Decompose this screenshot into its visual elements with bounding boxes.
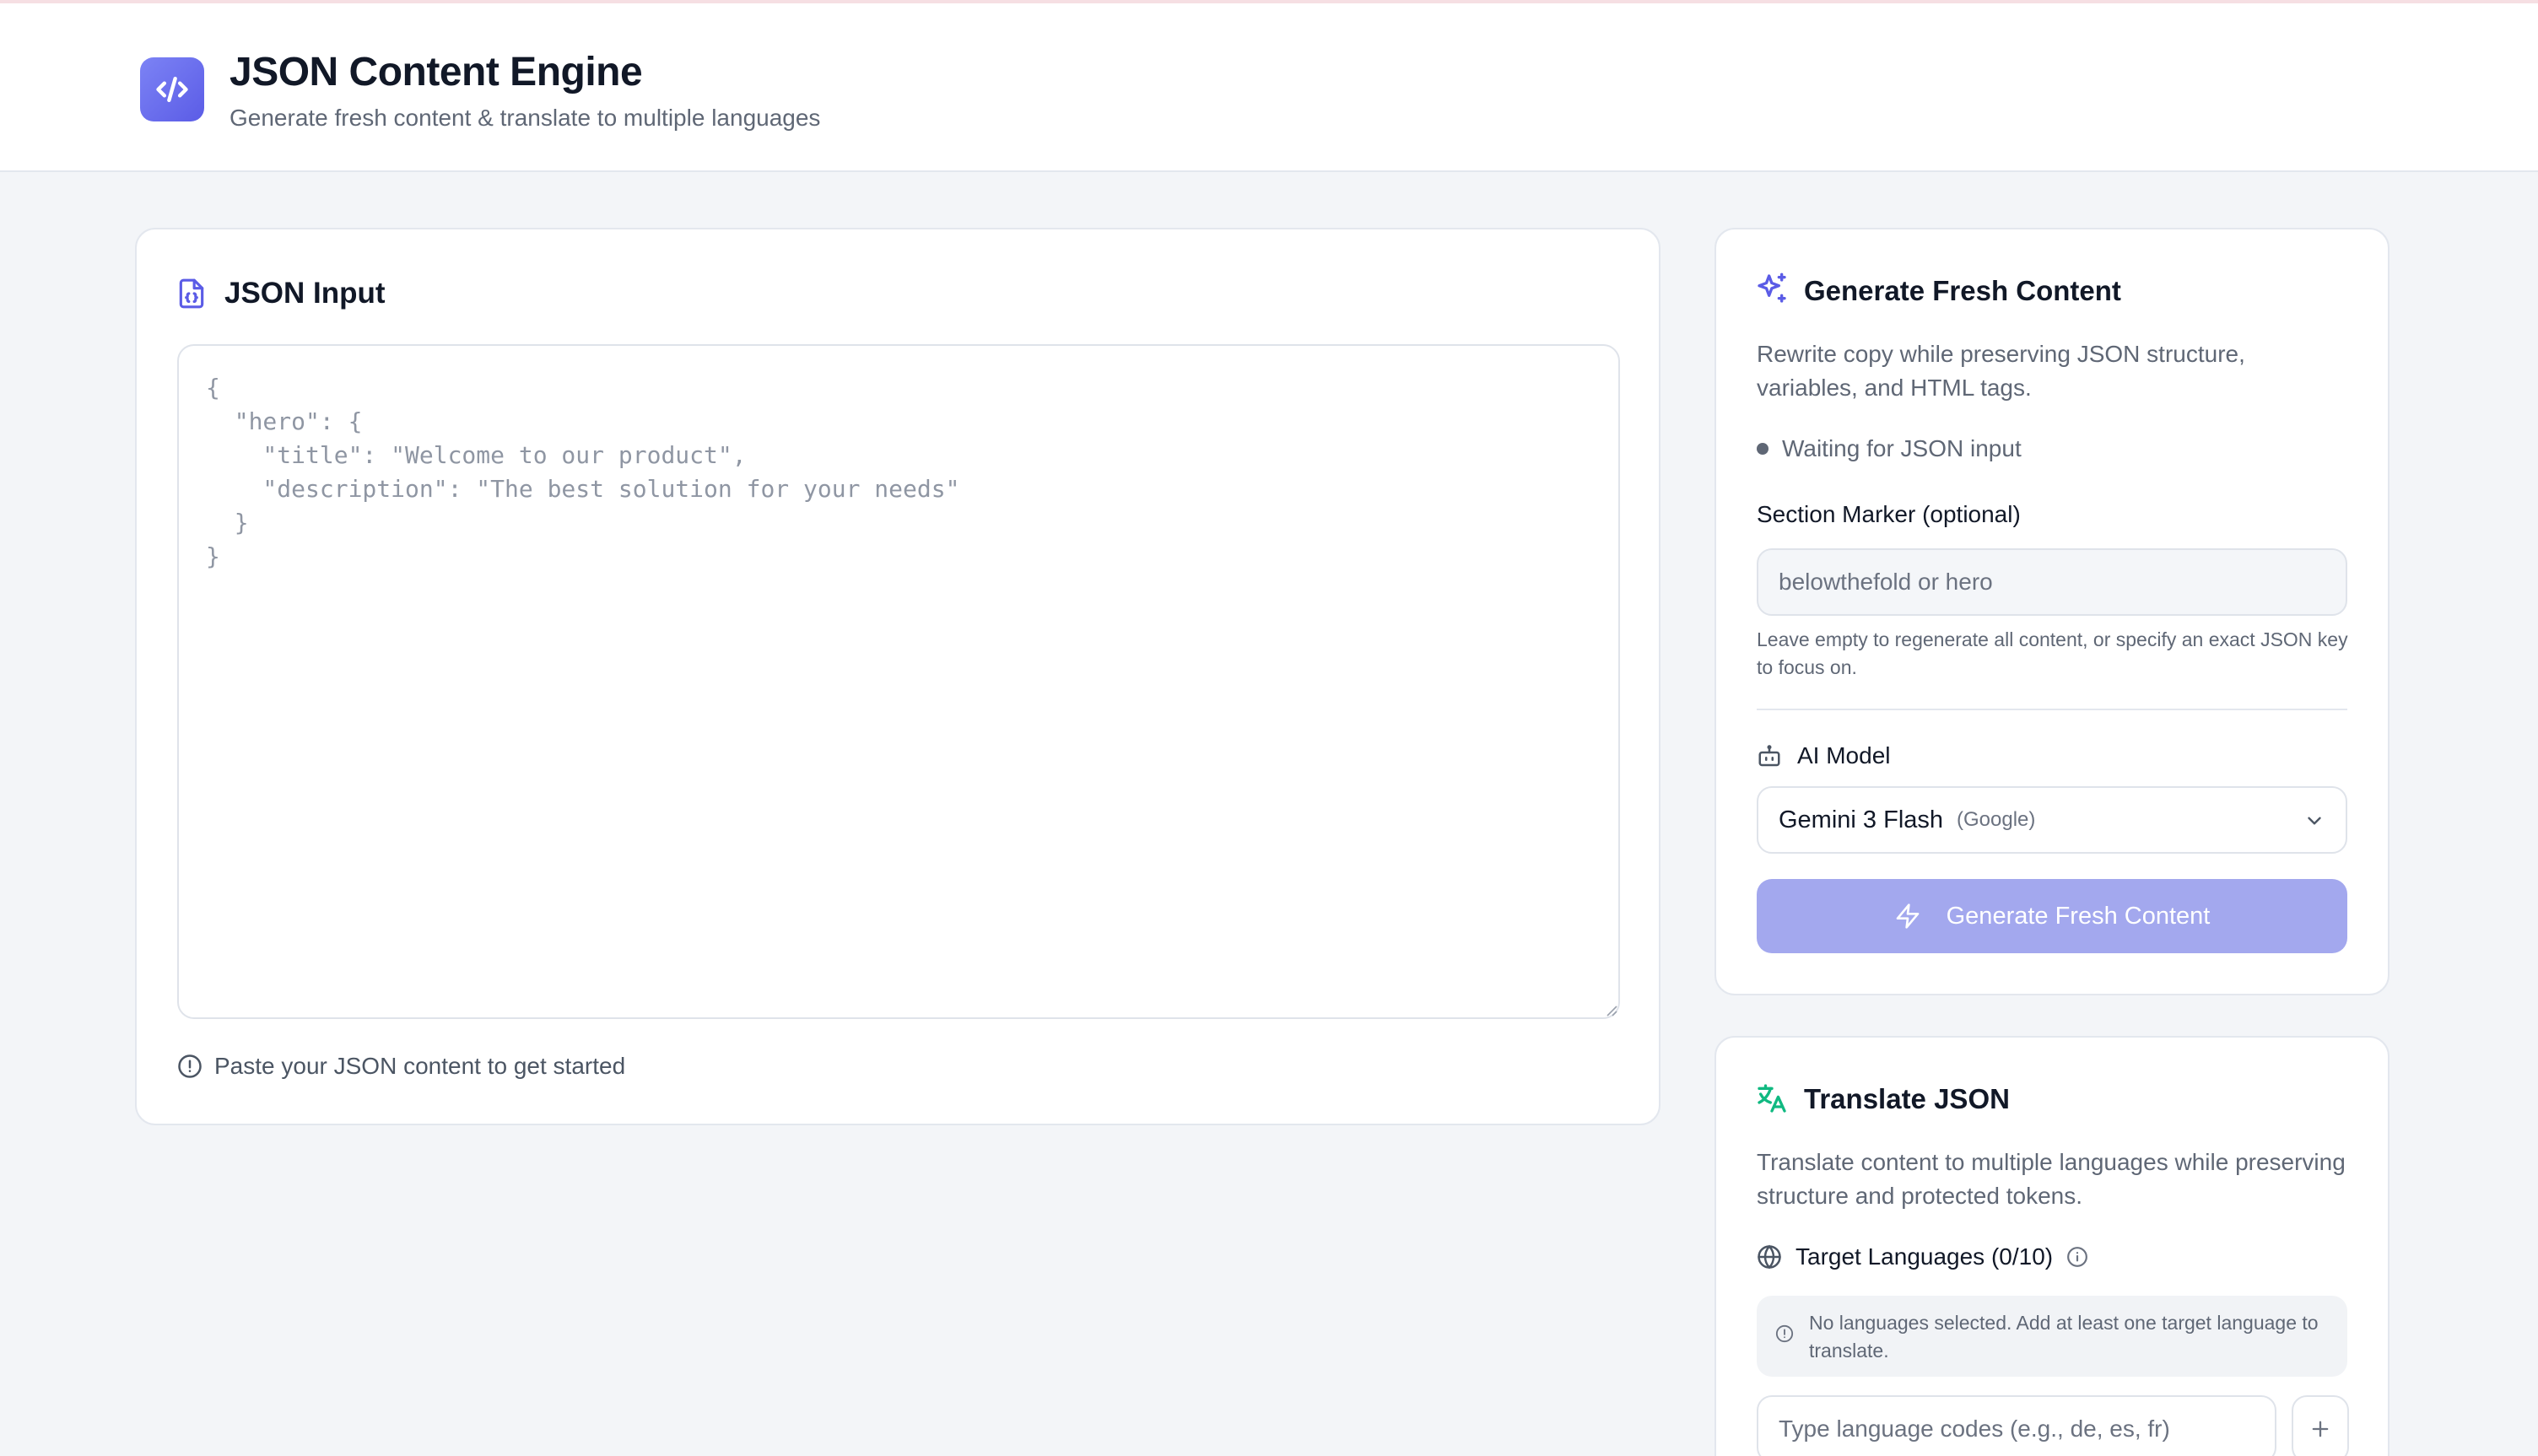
- code-icon: [156, 76, 188, 103]
- no-languages-notice: No languages selected. Add at least one …: [1757, 1296, 2347, 1377]
- sparkles-icon: [1755, 272, 1789, 305]
- section-marker-input[interactable]: [1757, 548, 2347, 616]
- alert-circle-icon: [178, 1054, 202, 1078]
- languages-icon: [1755, 1081, 1789, 1115]
- chevron-down-icon: [2303, 810, 2325, 836]
- no-languages-text: No languages selected. Add at least one …: [1809, 1312, 2319, 1362]
- generate-description: Rewrite copy while preserving JSON struc…: [1757, 341, 2245, 401]
- app-subtitle: Generate fresh content & translate to mu…: [230, 105, 821, 131]
- translate-title: Translate JSON: [1804, 1083, 2010, 1114]
- target-languages-label: Target Languages (0/10): [1757, 1243, 2088, 1270]
- json-input-card: JSON Input { "hero": { "title": "Welcome…: [135, 228, 1660, 1125]
- app-header: JSON Content Engine Generate fresh conte…: [0, 3, 2538, 172]
- target-languages-text: Target Languages (0/10): [1796, 1243, 2054, 1270]
- alert-circle-icon: [1775, 1324, 1794, 1343]
- generate-button[interactable]: Generate Fresh Content: [1757, 879, 2347, 953]
- generate-button-label: Generate Fresh Content: [1946, 902, 2211, 930]
- json-input-title: JSON Input: [224, 277, 386, 310]
- generate-title: Generate Fresh Content: [1804, 275, 2121, 306]
- zap-icon: [1896, 903, 1919, 929]
- ai-model-label: AI Model: [1797, 742, 1891, 768]
- translate-description: Translate content to multiple languages …: [1757, 1149, 2346, 1209]
- language-code-input[interactable]: [1757, 1395, 2276, 1456]
- generate-divider: [1757, 709, 2347, 710]
- globe-icon: [1758, 1244, 1781, 1270]
- generate-status-text: Waiting for JSON input: [1782, 435, 2022, 461]
- info-icon[interactable]: [2066, 1246, 2088, 1268]
- section-marker-label: Section Marker (optional): [1757, 501, 2021, 527]
- section-marker-help: Leave empty to regenerate all content, o…: [1757, 628, 2348, 678]
- translate-card: Translate JSON Translate content to mult…: [1714, 1036, 2390, 1456]
- ai-model-select[interactable]: Gemini 3 Flash (Google): [1757, 786, 2347, 854]
- add-language-button[interactable]: [2292, 1395, 2349, 1456]
- model-provider: (Google): [1957, 808, 2036, 831]
- generate-status: Waiting for JSON input: [1757, 435, 2022, 462]
- json-textarea[interactable]: { "hero": { "title": "Welcome to our pro…: [177, 344, 1620, 1019]
- bot-icon: [1757, 744, 1782, 769]
- json-input-hint: Paste your JSON content to get started: [177, 1053, 625, 1080]
- resize-handle-icon[interactable]: [1603, 1002, 1618, 1017]
- file-json-icon: [176, 277, 208, 310]
- model-name: Gemini 3 Flash: [1779, 806, 1944, 833]
- status-dot: [1757, 443, 1768, 455]
- app-logo: [140, 57, 204, 121]
- generate-card: Generate Fresh Content Rewrite copy whil…: [1714, 228, 2390, 995]
- app-title: JSON Content Engine: [230, 50, 643, 94]
- json-input-hint-text: Paste your JSON content to get started: [214, 1053, 626, 1079]
- plus-icon: [2312, 1421, 2329, 1437]
